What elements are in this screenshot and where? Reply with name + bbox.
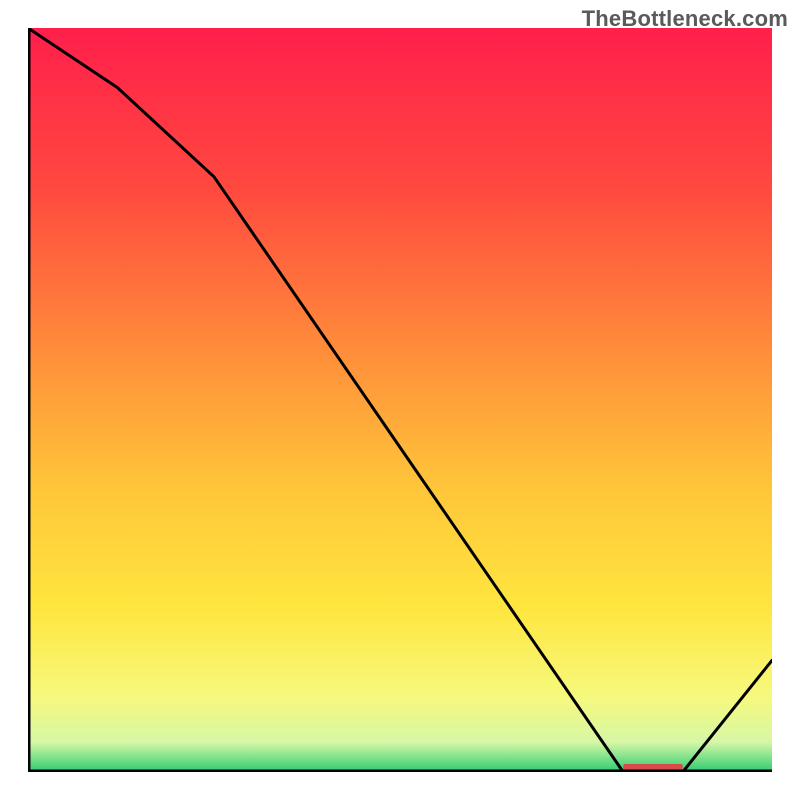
chart-svg xyxy=(28,28,772,772)
highlight-band xyxy=(623,764,683,770)
gradient-background xyxy=(28,28,772,772)
chart-container: TheBottleneck.com xyxy=(0,0,800,800)
plot-area xyxy=(28,28,772,772)
